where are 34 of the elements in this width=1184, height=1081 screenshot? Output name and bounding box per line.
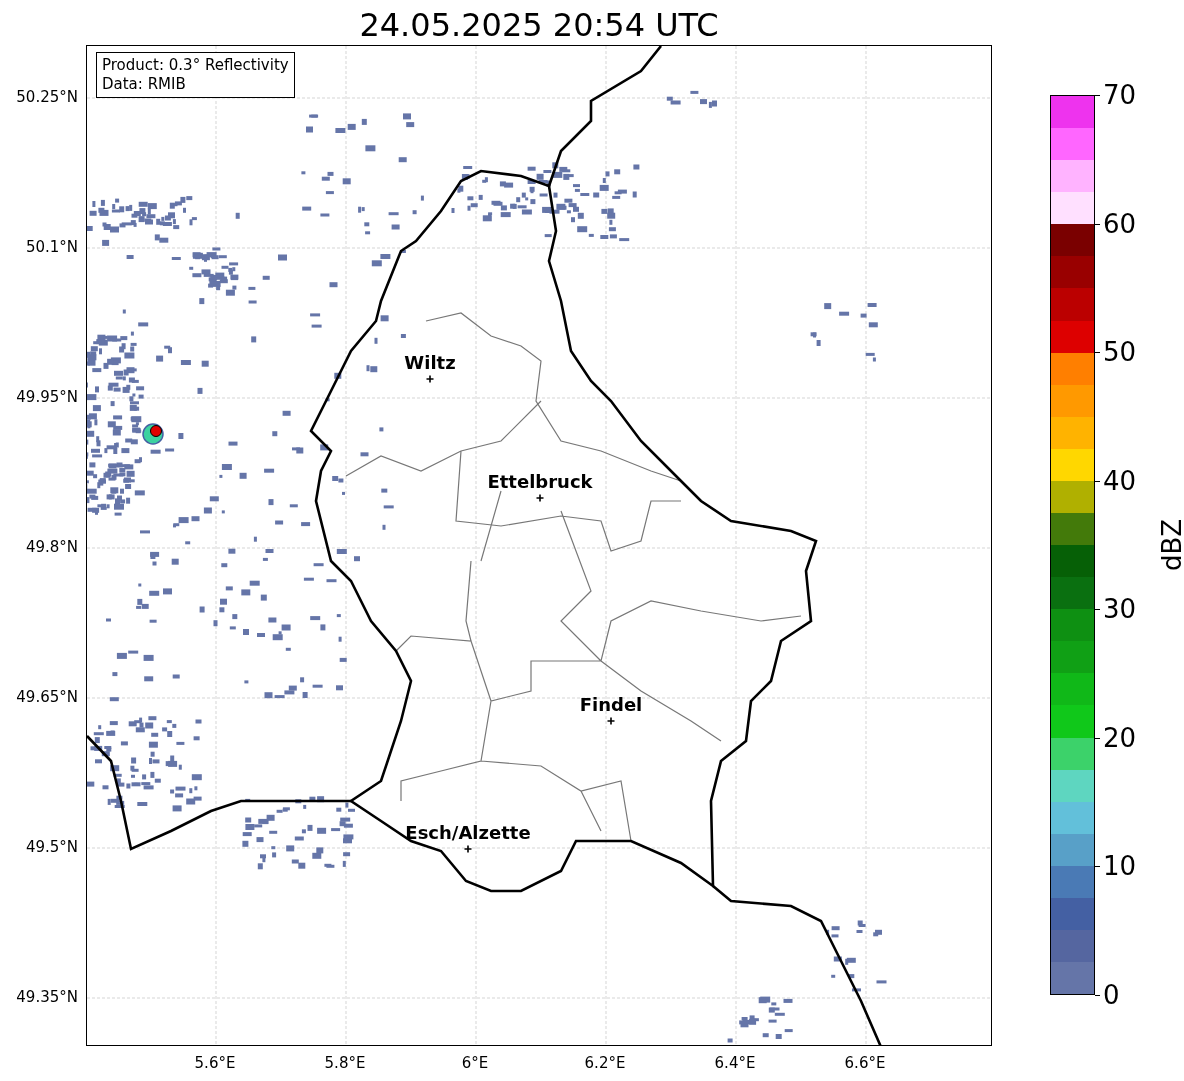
city-label: Wiltz — [404, 352, 456, 373]
colorbar-tick-label: 60 — [1103, 208, 1137, 239]
info-text: Product: 0.3° Reflectivity — [102, 56, 289, 75]
longitude-label: 6.4°E — [714, 1054, 756, 1072]
colorbar-tick-label: 40 — [1103, 465, 1137, 496]
city-marker-icon — [535, 493, 545, 503]
colorbar-title: dBZ — [1157, 518, 1184, 572]
latitude-label: 49.5°N — [25, 838, 78, 856]
chart-title: 24.05.2025 20:54 UTC — [359, 5, 719, 45]
colorbar-tick-label: 0 — [1103, 980, 1120, 1010]
longitude-label: 6.6°E — [844, 1054, 886, 1072]
latitude-label: 50.25°N — [16, 88, 78, 106]
colorbar-tick-label: 50 — [1103, 337, 1137, 368]
latitude-label: 49.35°N — [16, 988, 78, 1006]
city-label: Ettelbruck — [487, 471, 593, 492]
city-marker-icon — [463, 844, 473, 854]
radar-site-icon — [142, 423, 164, 445]
colorbar-tick-label: 10 — [1103, 851, 1137, 882]
latitude-label: 49.95°N — [16, 388, 78, 406]
longitude-label: 6.2°E — [584, 1054, 626, 1072]
latitude-label: 49.8°N — [25, 538, 78, 556]
latitude-label: 49.65°N — [16, 688, 78, 706]
colorbar-tick-label: 70 — [1103, 80, 1137, 110]
city-label: Esch/Alzette — [405, 822, 531, 843]
longitude-label: 6°E — [461, 1054, 489, 1072]
longitude-label: 5.6°E — [194, 1054, 236, 1072]
city-marker-icon — [425, 374, 435, 384]
longitude-label: 5.8°E — [324, 1054, 366, 1072]
info-text: Data: RMIB — [102, 75, 187, 94]
latitude-label: 50.1°N — [25, 238, 78, 256]
city-label: Findel — [579, 694, 643, 715]
colorbar-tick-label: 20 — [1103, 722, 1137, 753]
city-marker-icon — [606, 716, 616, 726]
colorbar-tick-label: 30 — [1103, 594, 1137, 625]
